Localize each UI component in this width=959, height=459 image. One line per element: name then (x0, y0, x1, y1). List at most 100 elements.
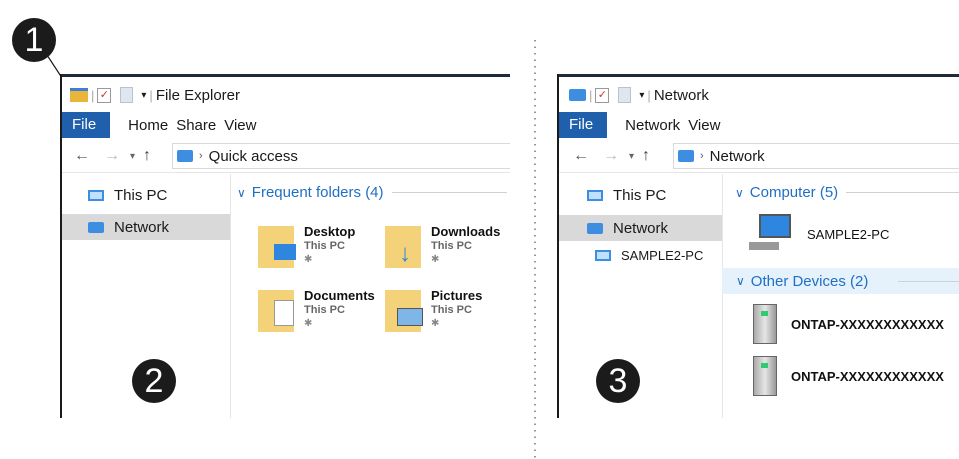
window-title: File Explorer (155, 86, 241, 104)
group-rule (846, 192, 959, 193)
breadcrumb-chevron-icon: › (700, 150, 704, 162)
chevron-down-icon: ∨ (735, 185, 744, 200)
tab-view[interactable]: View (684, 117, 724, 134)
folder-tile-documents[interactable]: Documents This PC ✱ (258, 286, 382, 342)
nav-label: This PC (613, 186, 667, 204)
divider (62, 172, 510, 173)
back-arrow-icon[interactable]: ← (74, 147, 90, 165)
address-bar[interactable]: › Quick access (172, 143, 510, 169)
group-header-frequent-folders[interactable]: ∨ Frequent folders (4) (237, 184, 507, 201)
folder-location: This PC (304, 240, 345, 252)
server-icon (753, 304, 777, 344)
picture-icon (397, 308, 423, 326)
folder-location: This PC (431, 240, 472, 252)
computer-icon (749, 214, 793, 254)
ribbon-tabs: File Network View (559, 112, 959, 138)
pin-icon: ✱ (431, 318, 440, 329)
address-bar[interactable]: › Network (673, 143, 959, 169)
forward-arrow-icon[interactable]: → (104, 147, 120, 165)
nav-label: Network (114, 218, 170, 236)
download-arrow-icon: ↓ (399, 240, 411, 267)
network-icon (569, 89, 586, 101)
folder-tile-pictures[interactable]: Pictures This PC ✱ (385, 286, 509, 342)
tab-home[interactable]: Home (124, 117, 172, 134)
folder-icon (70, 88, 88, 102)
breadcrumb: Network (709, 147, 765, 165)
group-rule (898, 280, 959, 282)
pin-icon: ✱ (304, 318, 313, 329)
recent-chevron-icon[interactable]: ▾ (130, 151, 135, 162)
group-header-computer[interactable]: ∨ Computer (5) (735, 184, 959, 201)
navigation-pane: This PC Network SAMPLE2-PC (559, 174, 723, 418)
pin-icon: ✱ (304, 254, 313, 265)
computer-item-sample2-pc[interactable]: SAMPLE2-PC (749, 214, 889, 254)
nav-item-this-pc[interactable]: This PC (62, 182, 230, 208)
tab-file[interactable]: File (62, 112, 111, 138)
tab-share[interactable]: Share (172, 117, 220, 134)
folder-tile-downloads[interactable]: ↓ Downloads This PC ✱ (385, 222, 509, 278)
nav-label: This PC (114, 186, 168, 204)
nav-item-network[interactable]: Network (62, 214, 230, 240)
device-name: SAMPLE2-PC (807, 226, 890, 242)
group-label: Computer (5) (749, 184, 839, 201)
folder-name: Documents (304, 288, 375, 303)
nav-item-this-pc[interactable]: This PC (559, 182, 722, 208)
folder-location: This PC (304, 304, 345, 316)
device-name: ONTAP-XXXXXXXXXXXX (791, 368, 944, 384)
monitor-icon (587, 189, 603, 201)
window-top-border (559, 74, 959, 77)
network-icon (678, 150, 694, 162)
window-title: Network (653, 86, 709, 104)
nav-item-sample2-pc[interactable]: SAMPLE2-PC (559, 242, 722, 268)
network-icon (88, 221, 104, 233)
tab-view[interactable]: View (220, 117, 260, 134)
pin-icon: ✱ (431, 254, 440, 265)
nav-label: Network (613, 219, 669, 237)
monitor-icon (88, 189, 104, 201)
folder-name: Pictures (431, 288, 483, 303)
file-explorer-window: | ✓ ▾ | File Explorer File Home Share Vi… (60, 74, 510, 418)
up-arrow-icon[interactable]: ↑ (143, 147, 151, 165)
network-icon (177, 150, 193, 162)
callout-3: 3 (596, 359, 640, 403)
tab-file[interactable]: File (559, 112, 608, 138)
breadcrumb: Quick access (208, 147, 298, 165)
group-rule (391, 192, 507, 193)
title-bar: | ✓ ▾ | Network (559, 82, 959, 108)
page-icon[interactable] (120, 87, 134, 103)
group-header-other-devices[interactable]: ∨ Other Devices (2) (722, 268, 959, 294)
breadcrumb-chevron-icon: › (199, 150, 203, 162)
callout-1: 1 (12, 18, 56, 62)
server-icon (753, 356, 777, 396)
chevron-down-icon: ∨ (237, 185, 246, 200)
device-item-ontap[interactable]: ONTAP-XXXXXXXXXXXX (753, 304, 944, 344)
page-icon[interactable] (618, 87, 632, 103)
address-row: ← → ▾ ↑ › Network (559, 143, 959, 169)
title-bar: | ✓ ▾ | File Explorer (62, 82, 510, 108)
folder-tile-desktop[interactable]: Desktop This PC ✱ (258, 222, 382, 278)
nav-label: SAMPLE2-PC (621, 247, 704, 263)
device-name: ONTAP-XXXXXXXXXXXX (791, 316, 944, 332)
ribbon-tabs: File Home Share View (62, 112, 510, 138)
document-page-icon (274, 300, 294, 326)
dropdown-arrow-icon[interactable]: ▾ (141, 90, 146, 101)
checkbox-icon[interactable]: ✓ (595, 87, 610, 103)
tab-network[interactable]: Network (621, 117, 684, 134)
device-item-ontap[interactable]: ONTAP-XXXXXXXXXXXX (753, 356, 944, 396)
window-top-border (62, 74, 510, 77)
group-label: Frequent folders (4) (251, 184, 384, 201)
nav-item-network[interactable]: Network (559, 215, 722, 241)
folder-name: Desktop (304, 224, 356, 239)
divider (559, 172, 959, 173)
recent-chevron-icon[interactable]: ▾ (629, 151, 634, 162)
dropdown-arrow-icon[interactable]: ▾ (639, 90, 644, 101)
address-row: ← → ▾ ↑ › Quick access (62, 143, 510, 169)
up-arrow-icon[interactable]: ↑ (642, 147, 650, 165)
back-arrow-icon[interactable]: ← (573, 147, 589, 165)
network-icon (587, 222, 603, 234)
checkbox-icon[interactable]: ✓ (97, 87, 112, 103)
forward-arrow-icon[interactable]: → (603, 147, 619, 165)
chevron-down-icon: ∨ (736, 274, 745, 288)
monitor-icon (274, 244, 296, 260)
folder-location: This PC (431, 304, 472, 316)
